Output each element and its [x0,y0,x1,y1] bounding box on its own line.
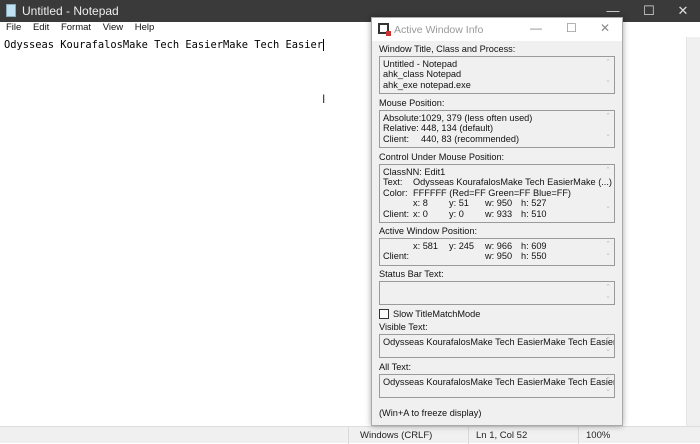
menu-file[interactable]: File [6,22,21,33]
close-button[interactable]: ✕ [666,0,700,22]
value: w: 950 [485,198,513,209]
active-window-info: Active Window Info — ☐ ✕ Window Title, C… [371,17,623,426]
status-bar-text-box[interactable]: ⌃ ⌄ [379,281,615,305]
value: w: 950 [485,251,513,262]
line: ahk_class Notepad [383,69,462,80]
key: Color: [383,187,408,198]
value: Odysseas KourafalosMake Tech EasierMake … [413,177,612,188]
classnn: ClassNN: Edit1 [383,167,446,177]
status-bar: Windows (CRLF) Ln 1, Col 52 100% [0,426,700,444]
scroll-arrows-icon[interactable]: ⌃ ⌄ [605,166,611,211]
value: 440, 83 (recommended) [421,133,520,144]
active-position-box[interactable]: x: 581 y: 245 w: 966 h: 609 Client: w: 950 h:… [379,238,615,266]
value: Odysseas KourafalosMake Tech EasierMake … [383,337,615,347]
scroll-arrows-icon[interactable]: ⌃ ⌄ [605,283,611,301]
all-text-label: All Text: [379,362,411,372]
maximize-button[interactable]: ☐ [632,0,666,22]
value: Odysseas KourafalosMake Tech EasierMake … [383,377,615,387]
zoom-level: 100% [586,430,611,441]
status-bar-text-label: Status Bar Text: [379,269,444,279]
active-position-label: Active Window Position: [379,226,478,236]
visible-text-label: Visible Text: [379,322,428,332]
value: h: 510 [521,208,547,219]
notepad-icon [6,4,16,17]
value: y: 51 [449,198,469,209]
slow-titlematchmode-label[interactable]: Slow TitleMatchMode [393,309,480,319]
slow-titlematchmode-checkbox[interactable] [379,309,389,319]
window-spy-icon [378,23,391,36]
value: FFFFFF (Red=FF Green=FF Blue=FF) [413,187,571,198]
vertical-scrollbar[interactable] [686,37,700,426]
value: h: 527 [521,198,547,209]
mouse-position-box[interactable]: Absolute:1029, 379 (less often used) Rel… [379,110,615,148]
control-label: Control Under Mouse Position: [379,152,505,162]
value: h: 550 [521,251,547,262]
menu-help[interactable]: Help [135,22,155,33]
key: Client: [383,133,410,144]
value: 448, 134 (default) [421,123,494,134]
value: w: 966 [485,241,513,251]
window-info-box[interactable]: Untitled - Notepad ahk_class Notepad ahk… [379,56,615,94]
all-text-box[interactable]: Odysseas KourafalosMake Tech EasierMake … [379,374,615,398]
scroll-arrows-icon[interactable]: ⌃ ⌄ [605,376,611,394]
window-info-label: Window Title, Class and Process: [379,44,516,54]
key: Relative: [383,123,419,134]
window-title: Untitled - Notepad [22,4,119,18]
value: w: 933 [485,208,513,219]
value: x: 0 [413,208,428,219]
value: x: 581 [413,241,439,251]
key: Absolute: [383,113,422,123]
value: 1029, 379 (less often used) [421,113,533,123]
line-ending: Windows (CRLF) [360,430,433,441]
menu-format[interactable]: Format [61,22,91,33]
line: Untitled - Notepad [383,59,458,69]
scroll-arrows-icon[interactable]: ⌃ ⌄ [605,240,611,258]
scroll-arrows-icon[interactable]: ⌃ ⌄ [605,336,611,354]
value: h: 609 [521,241,547,251]
awi-title-bar[interactable]: Active Window Info — ☐ ✕ [372,18,622,41]
line: ahk_exe notepad.exe [383,79,471,90]
awi-minimize-button[interactable]: — [530,21,542,35]
value: y: 245 [449,241,475,251]
value: y: 0 [449,208,464,219]
freeze-hint: (Win+A to freeze display) [379,408,482,418]
text-caret [323,39,325,51]
awi-title: Active Window Info [394,24,484,36]
key: Client: [383,208,410,219]
scroll-arrows-icon[interactable]: ⌃ ⌄ [605,112,611,139]
cursor-position: Ln 1, Col 52 [476,430,528,441]
mouse-position-label: Mouse Position: [379,98,445,108]
visible-text-box[interactable]: Odysseas KourafalosMake Tech EasierMake … [379,334,615,358]
menu-view[interactable]: View [103,22,123,33]
key: Text: [383,177,403,188]
awi-close-button[interactable]: ✕ [600,21,610,35]
menu-edit[interactable]: Edit [33,22,49,33]
editor-content: Odysseas KourafalosMake Tech EasierMake … [4,39,324,51]
scroll-arrows-icon[interactable]: ⌃ ⌄ [605,58,611,85]
value: x: 8 [413,198,428,209]
awi-maximize-button[interactable]: ☐ [566,21,577,35]
key: Client: [383,251,410,262]
control-box[interactable]: ClassNN: Edit1 Text: Odysseas KourafalosM… [379,164,615,223]
ibeam-cursor-icon: I [322,92,326,106]
